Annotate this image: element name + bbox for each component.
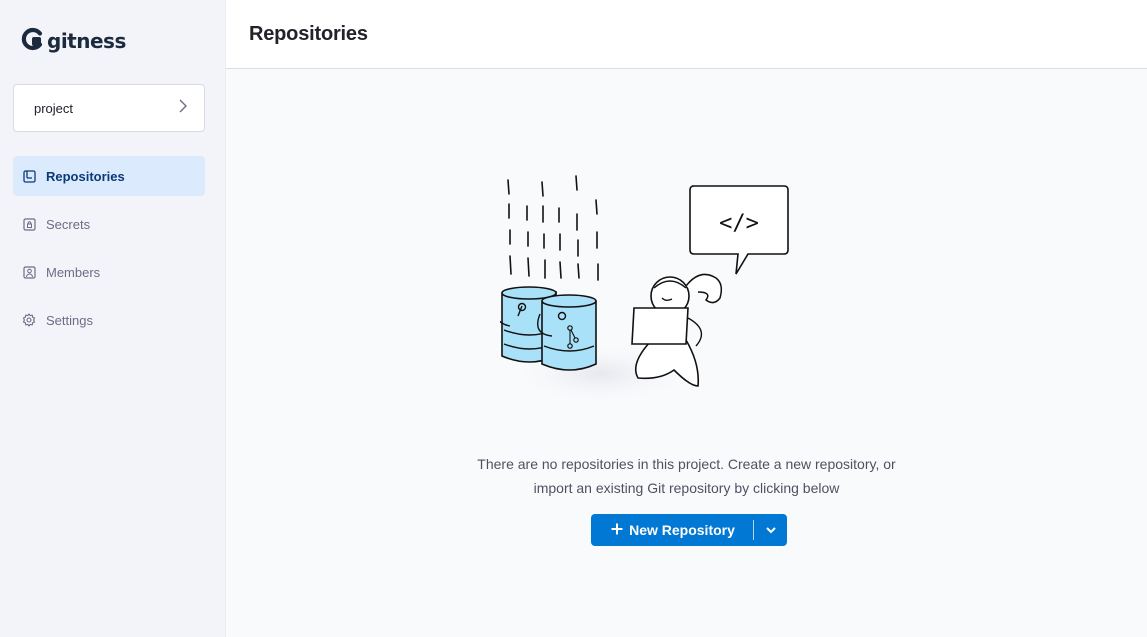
new-repository-button-group: New Repository (591, 514, 787, 546)
sidebar-item-members[interactable]: Members (13, 252, 205, 292)
plus-icon (611, 522, 623, 538)
space-name: project (34, 100, 74, 116)
page-title: Repositories (249, 22, 368, 45)
sidebar-nav: Repositories Secrets Members Settings (13, 156, 205, 348)
brand-logo[interactable]: gitness (21, 27, 126, 55)
new-repository-dropdown-button[interactable] (754, 514, 787, 546)
sidebar-item-label: Settings (46, 312, 93, 328)
page-header: Repositories (226, 0, 1147, 69)
person-icon (22, 265, 36, 279)
empty-state-line-2: import an existing Git repository by cli… (533, 480, 840, 496)
chevron-down-icon (765, 521, 777, 539)
gitness-logo-icon (21, 27, 45, 56)
sidebar-item-label: Secrets (46, 216, 91, 232)
lock-icon (22, 217, 36, 231)
repository-icon (22, 169, 36, 183)
main-content: </> There are no repositories in this pr… (226, 69, 1147, 637)
sidebar-item-repositories[interactable]: Repositories (13, 156, 205, 196)
new-repository-button[interactable]: New Repository (591, 520, 754, 540)
brand-name: gitness (47, 29, 126, 53)
sidebar-item-label: Repositories (46, 168, 125, 184)
sidebar-item-secrets[interactable]: Secrets (13, 204, 205, 244)
sidebar: gitness project Repositories Secrets Mem… (0, 0, 226, 637)
chevron-right-icon (178, 98, 188, 119)
new-repository-label: New Repository (629, 522, 735, 538)
sidebar-item-label: Members (46, 264, 101, 280)
gear-icon (22, 313, 36, 327)
code-bubble-text: </> (719, 211, 759, 236)
empty-state-message: There are no repositories in this projec… (226, 452, 1147, 500)
sidebar-item-settings[interactable]: Settings (13, 300, 205, 340)
empty-repositories-illustration: </> (493, 174, 850, 424)
empty-state-line-1: There are no repositories in this projec… (477, 456, 896, 472)
space-selector[interactable]: project (13, 84, 205, 132)
